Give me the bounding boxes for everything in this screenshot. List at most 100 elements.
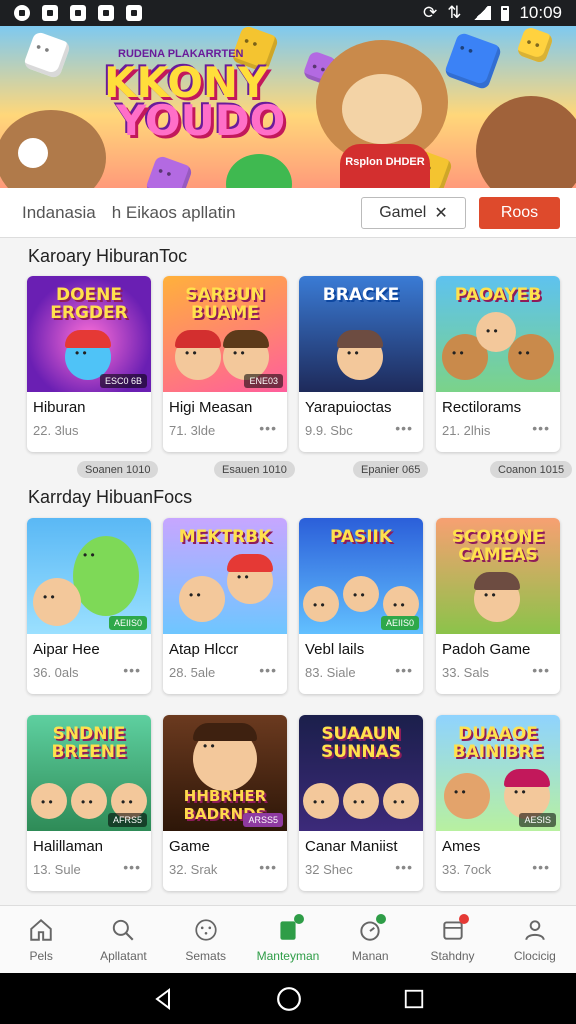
nav-label: Apllatant [100, 948, 147, 963]
more-options-icon[interactable]: ••• [395, 662, 413, 678]
data-icon: ⇅ [447, 3, 462, 22]
status-bar: ⟳ ⇅ 10:09 [0, 0, 576, 26]
thumbnail-badge: AFRS5 [107, 813, 147, 827]
game-card[interactable]: SCORONE CAMEAS Padoh Game 33. Sals ••• [436, 518, 560, 694]
image-notification-icon [126, 5, 142, 21]
thumbnail-badge: AEIIS0 [380, 616, 419, 630]
tag-pill: Esauen 1010 [214, 461, 295, 478]
more-options-icon[interactable]: ••• [395, 420, 413, 436]
game-title: Higi Measan [169, 399, 253, 416]
green-character [226, 154, 292, 188]
more-options-icon[interactable]: ••• [259, 420, 277, 436]
thumbnail-art-text: DOENE ERGDER [50, 285, 128, 323]
tab-indanasia[interactable]: Indanasia [22, 203, 96, 223]
dog-character [0, 110, 106, 188]
person-icon [525, 919, 545, 940]
more-options-icon[interactable]: ••• [532, 420, 550, 436]
tab-eikaos[interactable]: h Eikaos apllatin [112, 203, 236, 223]
hamster-face [342, 74, 422, 144]
game-card[interactable]: BRACKE Yarapuioctas 9.9. Sbc ••• [299, 276, 423, 452]
game-title: Aipar Hee [33, 641, 100, 658]
game-card[interactable]: DOENE ERGDER ESC0 6B Hiburan 22. 3lus [27, 276, 151, 452]
game-thumbnail: DUAAOE BAINIBRE AESIS [436, 715, 560, 831]
game-card[interactable]: AEIIS0 Aipar Hee 36. 0als ••• [27, 518, 151, 694]
game-meta: 22. 3lus [33, 423, 79, 438]
game-card[interactable]: MEKTRBK Atap Hlccr 28. 5ale ••• [163, 518, 287, 694]
tag-pill: Soanen 1010 [77, 461, 159, 478]
game-card[interactable]: PAOAYEB Rectilorams 21. 2lhis ••• [436, 276, 560, 452]
character-face [303, 783, 339, 819]
game-card[interactable]: SUAAUN SUNNAS Canar Maniist 32 Shec ••• [299, 715, 423, 891]
dog-eye [18, 138, 48, 168]
game-card[interactable]: SNDNIE BREENE AFRS5 Halillaman 13. Sule … [27, 715, 151, 891]
game-thumbnail: DOENE ERGDER ESC0 6B [27, 276, 151, 392]
tag-pill: Coanon 1015 [490, 461, 573, 478]
tag-pill: Epanier 065 [353, 461, 429, 478]
character-hat [227, 554, 273, 572]
game-thumbnail: SNDNIE BREENE AFRS5 [27, 715, 151, 831]
more-options-icon[interactable]: ••• [532, 662, 550, 678]
character-hat [175, 330, 221, 348]
game-title: Padoh Game [442, 641, 531, 658]
game-card[interactable]: HHBRHER BADRNDS ARSS5 Game 32. Srak ••• [163, 715, 287, 891]
nav-item-stahdny[interactable]: Stahdny [411, 906, 493, 973]
character-face [343, 576, 379, 612]
character-face [179, 576, 225, 622]
thumbnail-badge: ENE03 [244, 374, 283, 388]
nav-item-manan[interactable]: Manan [329, 906, 411, 973]
nav-item-semats[interactable]: Semats [165, 906, 247, 973]
nav-label: Pels [29, 948, 53, 963]
thumbnail-badge: ARSS5 [243, 813, 283, 827]
battery-icon [501, 5, 510, 21]
filter-chip[interactable]: Gamel ✕ [361, 197, 466, 229]
thumbnail-art-text: BRACKE [322, 285, 400, 305]
action-button[interactable]: Roos [479, 197, 560, 229]
game-meta: 33. Sals [442, 665, 489, 680]
more-options-icon[interactable]: ••• [123, 662, 141, 678]
hero-banner[interactable]: RUDENA PLAKARRTEN KKONY YOUDO Rsplon DHD… [0, 26, 576, 188]
game-meta: 36. 0als [33, 665, 79, 680]
more-options-icon[interactable]: ••• [259, 662, 277, 678]
character-face [508, 334, 554, 380]
nav-label: Semats [185, 948, 227, 963]
nav-item-home[interactable]: Pels [0, 906, 82, 973]
game-card[interactable]: DUAAOE BAINIBRE AESIS Ames 33. 7ock ••• [436, 715, 560, 891]
notification-dot [293, 914, 304, 924]
dice-icon [144, 154, 194, 188]
search-icon [113, 919, 134, 941]
nav-label: Clocicig [513, 948, 556, 963]
back-icon[interactable] [151, 987, 175, 1011]
clock: 10:09 [519, 3, 562, 22]
nav-item-profile[interactable]: Clocicig [494, 906, 576, 973]
game-card[interactable]: SARBUN BUAME ENE03 Higi Measan 71. 3lde … [163, 276, 287, 452]
dice-icon [515, 26, 555, 65]
thumbnail-art-text: SARBUN BUAME [185, 285, 265, 323]
game-card[interactable]: PASIIK AEIIS0 Vebl lails 83. Siale ••• [299, 518, 423, 694]
bottom-navigation: Pels Apllatant Semats Manteyman Manan St… [0, 905, 576, 973]
thumbnail-badge: ESC0 6B [99, 374, 147, 388]
notification-dot [458, 914, 469, 924]
nav-label: Manan [351, 948, 389, 963]
recent-apps-icon[interactable] [403, 988, 425, 1010]
character-hair [337, 330, 383, 348]
game-title: Atap Hlccr [169, 641, 239, 658]
home-button-icon[interactable] [276, 986, 302, 1012]
character-face [476, 312, 516, 352]
game-thumbnail: HHBRHER BADRNDS ARSS5 [163, 715, 287, 831]
game-thumbnail: AEIIS0 [27, 518, 151, 634]
game-title: Canar Maniist [305, 838, 398, 855]
hero-logo-line2: YOUDO [116, 96, 286, 145]
more-options-icon[interactable]: ••• [395, 859, 413, 875]
more-options-icon[interactable]: ••• [532, 859, 550, 875]
character-hair [223, 330, 269, 348]
dots-circle-icon [195, 918, 217, 941]
nav-item-manteyman[interactable]: Manteyman [247, 906, 329, 973]
character-hair [474, 572, 520, 590]
close-notification-icon [98, 5, 114, 21]
thumbnail-art-text: DUAAOE BAINIBRE [452, 724, 544, 762]
nav-item-search[interactable]: Apllatant [82, 906, 164, 973]
more-options-icon[interactable]: ••• [259, 859, 277, 875]
thumbnail-art-text: PASIIK [329, 527, 393, 547]
close-icon[interactable]: ✕ [434, 203, 447, 223]
more-options-icon[interactable]: ••• [123, 859, 141, 875]
